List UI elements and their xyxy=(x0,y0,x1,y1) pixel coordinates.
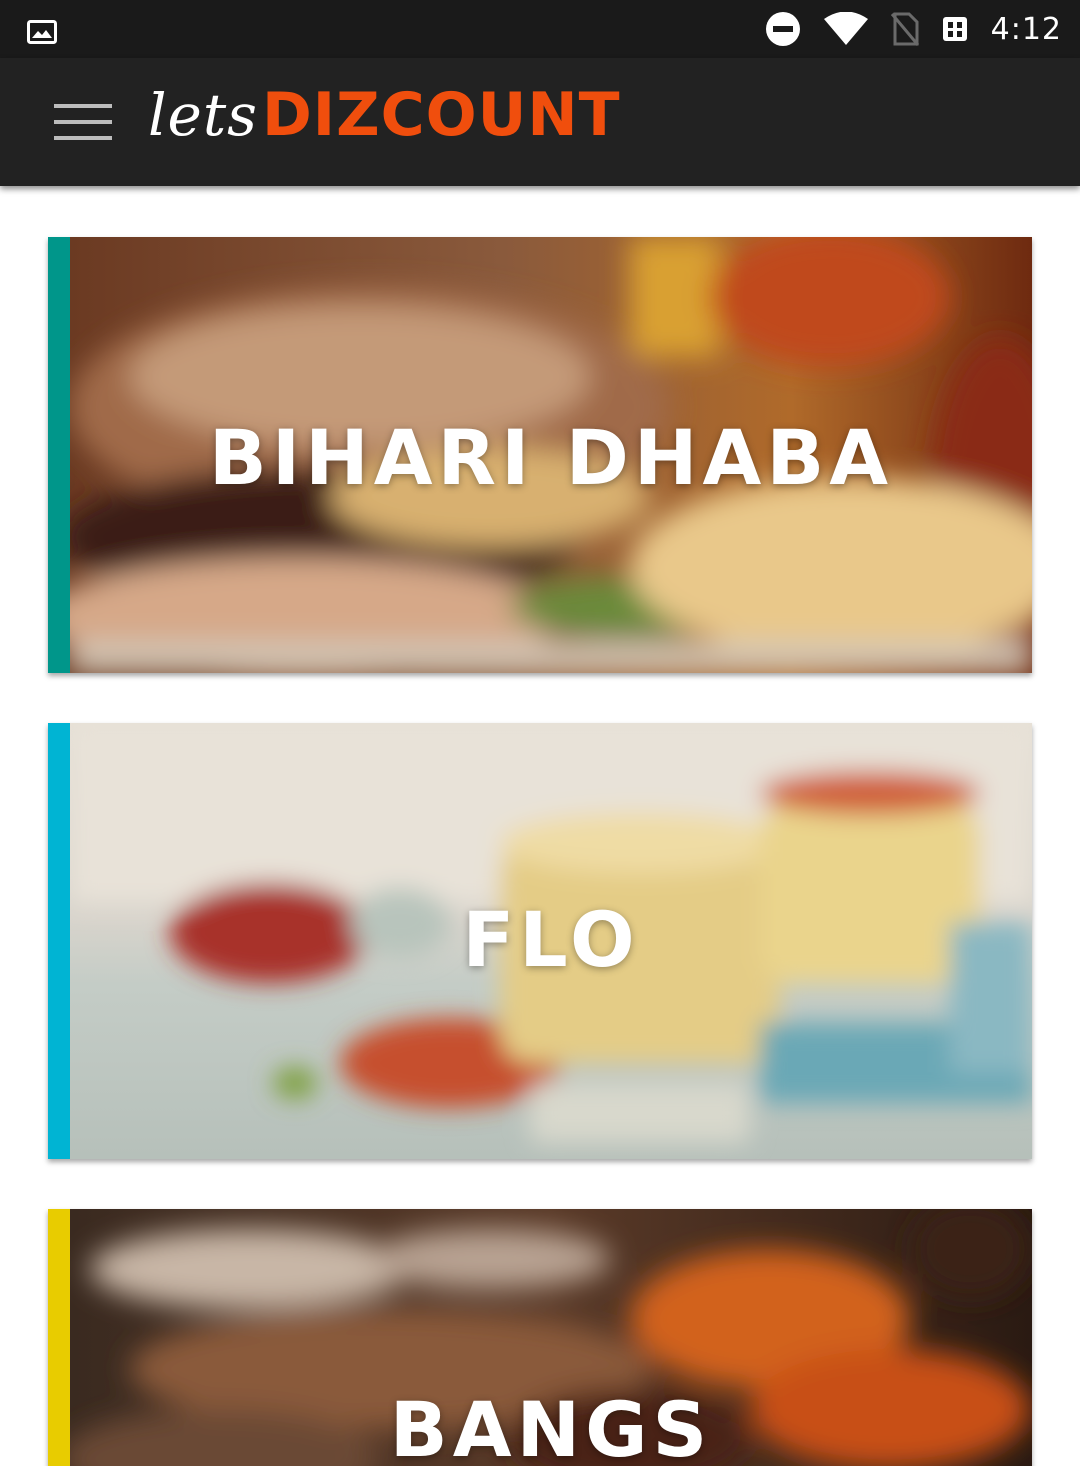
no-sim-icon xyxy=(890,12,919,46)
vibrate-icon xyxy=(942,17,967,41)
restaurant-card-bihari-dhaba[interactable]: BIHARI DHABA xyxy=(48,237,1032,673)
restaurant-name: BIHARI DHABA xyxy=(208,413,894,502)
logo-brand: DIZCOUNT xyxy=(261,80,621,150)
restaurant-card-bangs[interactable]: BANGS xyxy=(48,1209,1032,1466)
status-bar: 4:12 xyxy=(0,0,1080,58)
restaurant-name: FLO xyxy=(462,895,640,984)
gallery-notification-icon xyxy=(27,20,57,44)
status-time: 4:12 xyxy=(990,11,1062,47)
do-not-disturb-icon xyxy=(765,12,800,46)
app-bar: lets DIZCOUNT xyxy=(0,58,1080,186)
restaurant-name: BANGS xyxy=(389,1385,713,1466)
wifi-icon xyxy=(823,12,868,45)
restaurant-card-flo[interactable]: FLO xyxy=(48,723,1032,1159)
card-accent-stripe xyxy=(48,723,70,1159)
restaurant-list: BIHARI DHABA FLO BANGS xyxy=(0,186,1080,1466)
card-accent-stripe xyxy=(48,1209,70,1466)
app-logo: lets DIZCOUNT xyxy=(148,80,621,160)
logo-prefix: lets xyxy=(148,81,258,149)
hamburger-menu-icon[interactable] xyxy=(52,102,114,142)
card-accent-stripe xyxy=(48,237,70,673)
